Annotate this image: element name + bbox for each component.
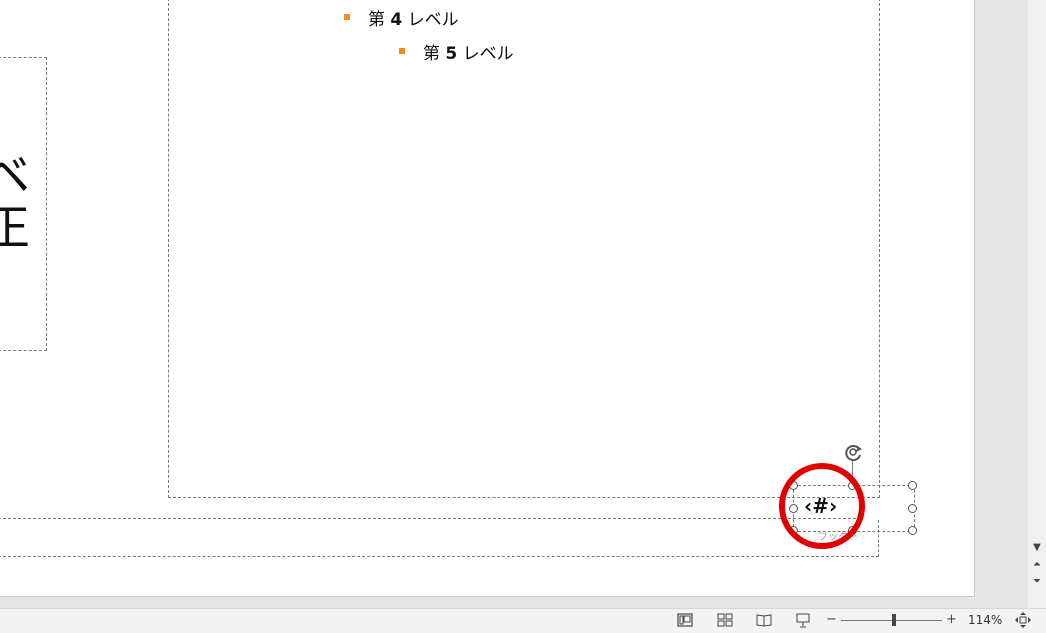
slide[interactable]: ベ正 第 4 レベル 第 5 レベル フッター ‹#›: [0, 0, 975, 597]
zoom-out-button[interactable]: −: [826, 612, 837, 627]
rotate-handle-icon[interactable]: [842, 440, 866, 464]
resize-handle-right[interactable]: [908, 504, 917, 513]
bullet-text: 第 4 レベル: [368, 9, 459, 30]
vertical-scrollbar[interactable]: [1028, 0, 1046, 608]
slideshow-icon[interactable]: [793, 611, 813, 629]
zoom-slider-thumb[interactable]: [891, 614, 896, 626]
normal-view-icon[interactable]: [675, 611, 695, 629]
footer-placeholder[interactable]: [0, 520, 879, 557]
bullet-text: 第 5 レベル: [423, 43, 514, 64]
bullet-level-4[interactable]: 第 4 レベル: [344, 5, 459, 30]
date-placeholder[interactable]: [0, 518, 856, 519]
bullet-level-5[interactable]: 第 5 レベル: [399, 39, 514, 64]
slide-sorter-icon[interactable]: [715, 611, 735, 629]
content-placeholder[interactable]: [168, 0, 880, 498]
zoom-in-button[interactable]: +: [946, 612, 957, 627]
fit-to-window-icon[interactable]: [1014, 611, 1032, 629]
reading-view-icon[interactable]: [754, 611, 774, 629]
next-slide-icon[interactable]: ⏷: [1030, 575, 1044, 589]
scroll-down-arrow-icon[interactable]: ▼: [1030, 541, 1044, 555]
zoom-level-text[interactable]: 114%: [968, 613, 1002, 627]
highlight-circle-annotation: [779, 463, 865, 549]
resize-handle-top-right[interactable]: [908, 481, 917, 490]
bullet-marker: [399, 48, 405, 54]
previous-slide-icon[interactable]: ⏶: [1030, 558, 1044, 572]
title-placeholder-text: ベ正: [0, 148, 31, 256]
bullet-marker: [344, 14, 350, 20]
resize-handle-bottom-right[interactable]: [908, 526, 917, 535]
